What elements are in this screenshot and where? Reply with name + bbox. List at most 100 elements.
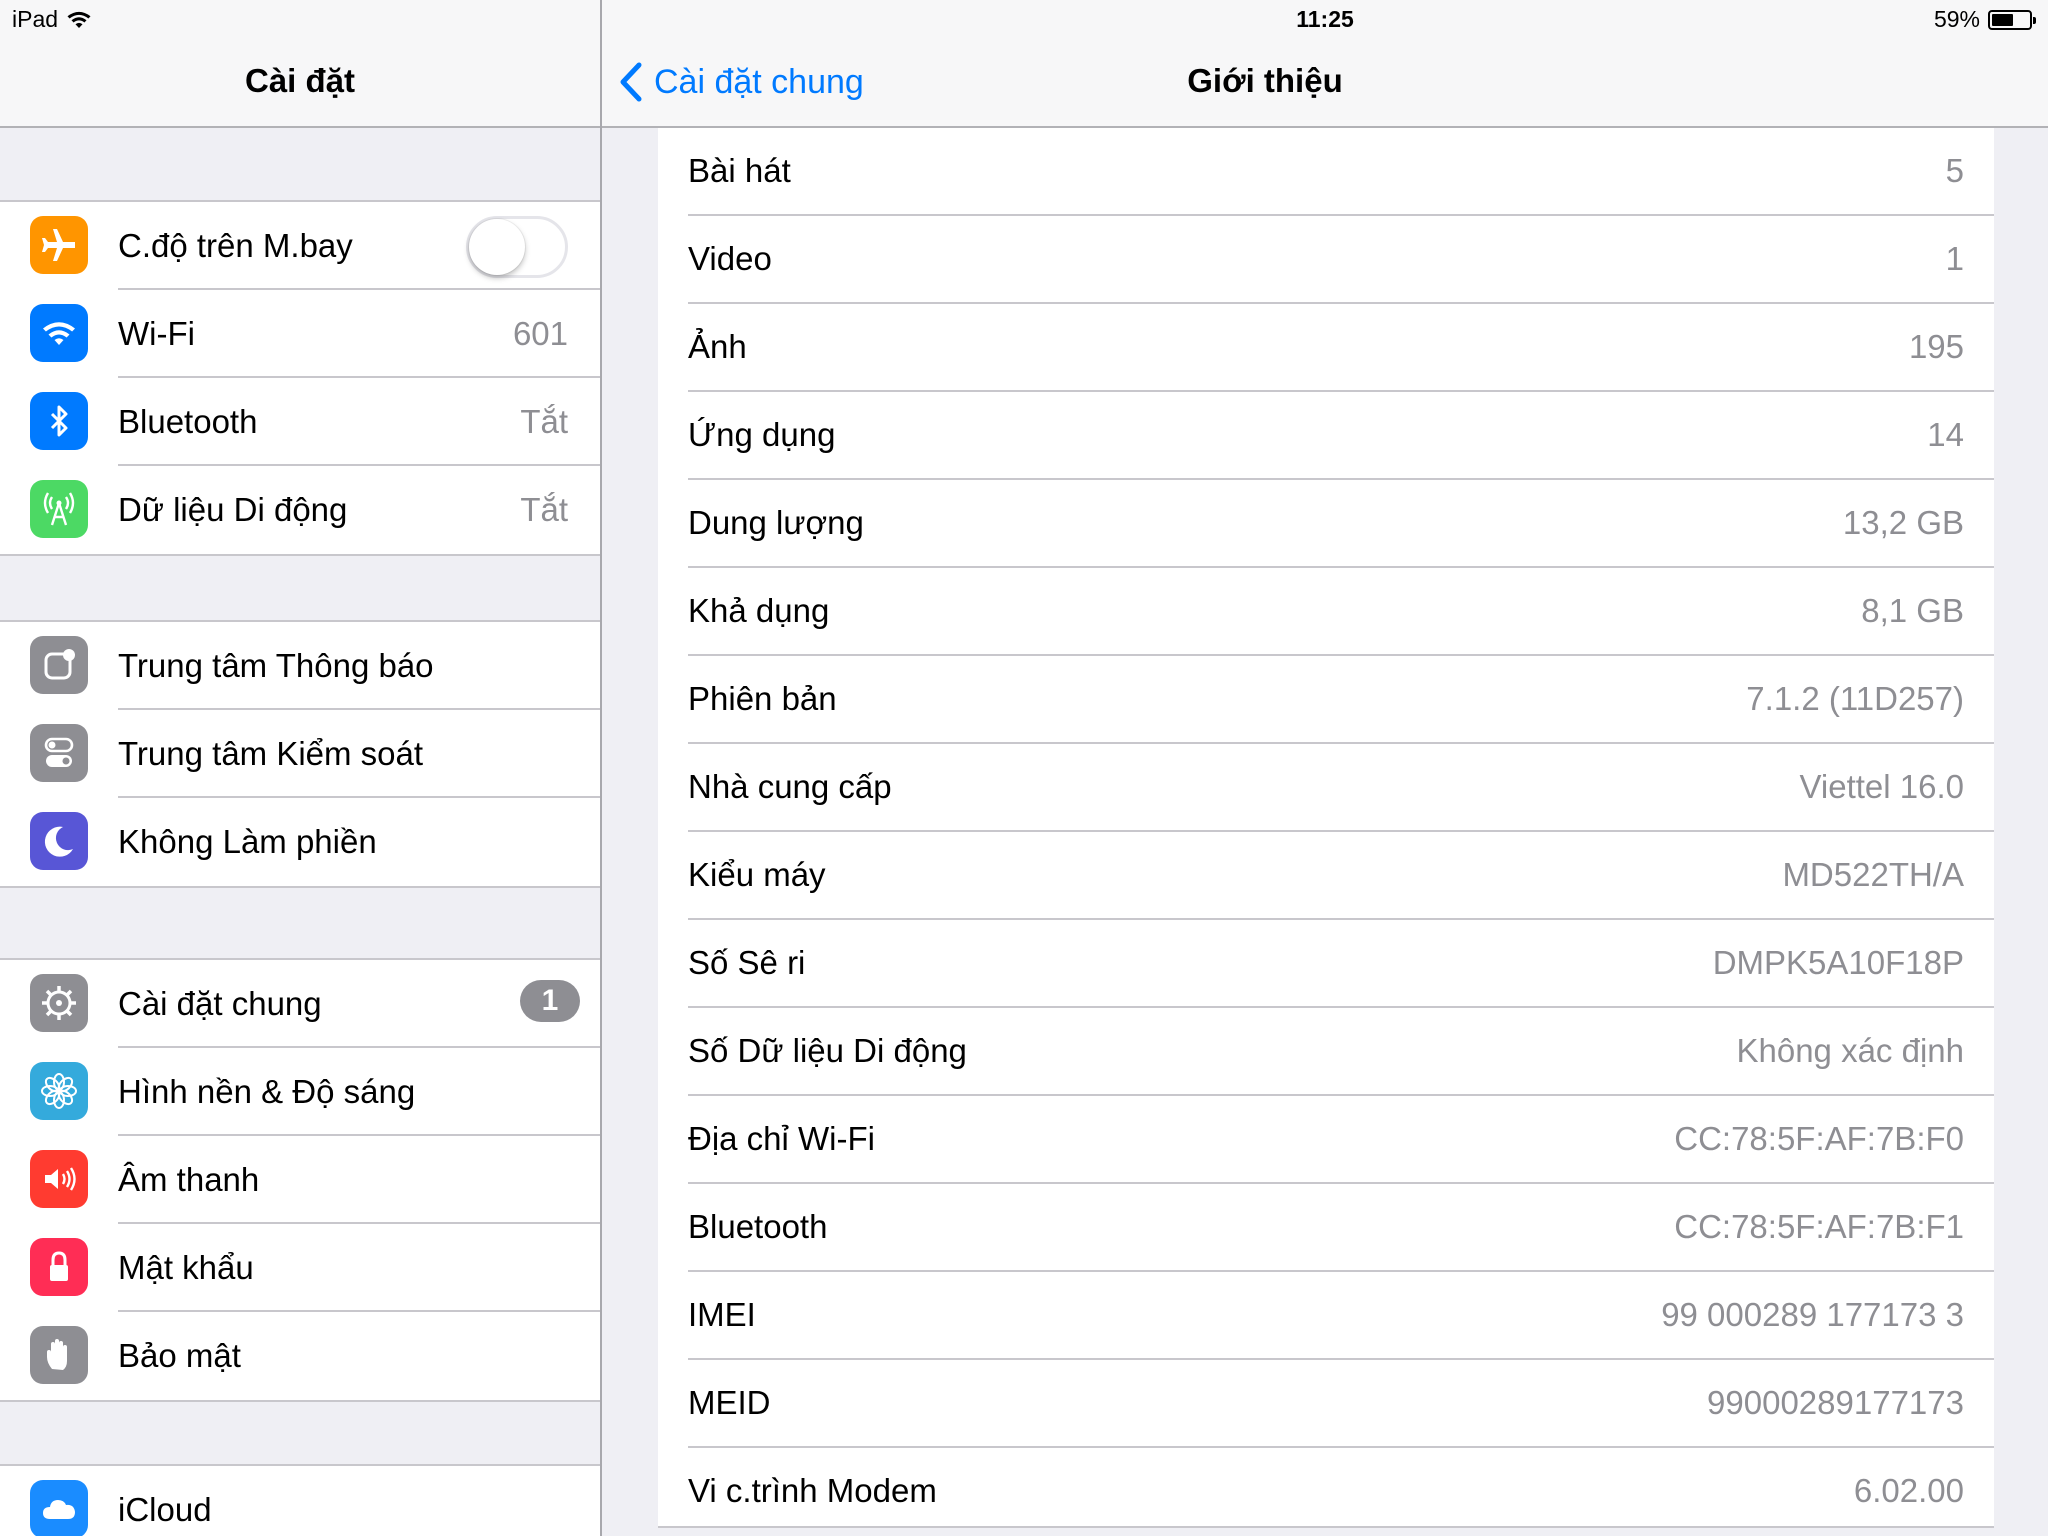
sidebar-item-label: Hình nền & Độ sáng [118, 1073, 416, 1110]
about-row-value: 14 [1927, 416, 1964, 453]
about-row-value: 6.02.00 [1853, 1472, 1964, 1509]
back-label: Cài đặt chung [654, 62, 864, 101]
lock-icon [30, 1238, 88, 1296]
settings-group-2: Trung tâm Thông báo Trung tâm Kiểm soát Kh… [0, 620, 600, 888]
settings-group-4: iCloud [0, 1464, 600, 1536]
status-right: 59% [1933, 6, 2036, 33]
about-row: Vi c.trình Modem 6.02.00 [658, 1448, 1994, 1536]
about-row: Số Sê ri DMPK5A10F18P [658, 920, 1994, 1008]
sidebar-item-label: Không Làm phiền [118, 823, 377, 860]
sidebar-item-moon[interactable]: Không Làm phiền [0, 798, 600, 886]
sidebar-item-label: C.độ trên M.bay [118, 227, 353, 264]
about-row-value: DMPK5A10F18P [1712, 944, 1964, 981]
sidebar-item-notification-center[interactable]: Trung tâm Thông báo [0, 622, 600, 710]
cloud-icon [30, 1480, 88, 1536]
sidebar-item-speaker[interactable]: Âm thanh [0, 1136, 600, 1224]
sidebar-item-hand[interactable]: Bảo mật [0, 1312, 600, 1400]
sidebar-item-bluetooth[interactable]: Bluetooth Tắt [0, 378, 600, 466]
about-row: Video 1 [658, 216, 1994, 304]
sidebar-item-airplane[interactable]: C.độ trên M.bay [0, 202, 600, 290]
about-row-label: Nhà cung cấp [688, 768, 892, 805]
about-row-value: 99 000289 177173 3 [1661, 1296, 1964, 1333]
about-row-value: 1 [1945, 240, 1964, 277]
sidebar-item-gear[interactable]: Cài đặt chung 1 [0, 960, 600, 1048]
about-row-label: Dung lượng [688, 504, 864, 541]
sidebar-item-label: iCloud [118, 1491, 212, 1528]
about-row-value: 5 [1945, 152, 1964, 189]
flower-icon [30, 1062, 88, 1120]
sidebar-item-control-center[interactable]: Trung tâm Kiểm soát [0, 710, 600, 798]
sidebar-item-label: Dữ liệu Di động [118, 491, 348, 528]
sidebar-item-label: Bluetooth [118, 403, 258, 440]
about-row-label: Phiên bản [688, 680, 837, 717]
about-row: Ảnh 195 [658, 304, 1994, 392]
settings-group-3: Cài đặt chung 1 Hình nền & Độ sáng Âm thanh… [0, 958, 600, 1402]
sidebar-item-label: Âm thanh [118, 1161, 260, 1198]
about-row-label: Số Dữ liệu Di động [688, 1032, 967, 1069]
detail-navbar: 11:25 59% Cài đặt chung Giới thiệu [602, 0, 2048, 128]
about-row: Nhà cung cấp Viettel 16.0 [658, 744, 1994, 832]
control-center-icon [30, 724, 88, 782]
wifi-status-icon [67, 11, 91, 28]
about-row-value: 13,2 GB [1842, 504, 1964, 541]
wifi-icon [30, 304, 88, 362]
about-row-label: Video [688, 240, 772, 277]
settings-master-pane: iPad Cài đặt C.độ trên M.bay Wi-Fi 601 Blue… [0, 0, 600, 1536]
toggle-knob [469, 219, 525, 275]
battery-level [1992, 13, 2014, 26]
sidebar-item-wifi[interactable]: Wi-Fi 601 [0, 290, 600, 378]
sidebar-item-label: Trung tâm Thông báo [118, 647, 434, 684]
sidebar-item-label: Bảo mật [118, 1337, 241, 1374]
device-name: iPad [12, 6, 59, 32]
sidebar-item-label: Wi-Fi [118, 315, 195, 352]
airplane-mode-toggle[interactable] [466, 216, 568, 278]
about-row: IMEI 99 000289 177173 3 [658, 1272, 1994, 1360]
gear-icon [30, 974, 88, 1032]
about-row-label: Kiểu máy [688, 856, 826, 893]
status-time: 11:25 [1296, 6, 1354, 32]
cellular-icon [30, 480, 88, 538]
about-row-value: MD522TH/A [1782, 856, 1964, 893]
about-row-label: Số Sê ri [688, 944, 806, 981]
about-list: Bài hát 5 Video 1 Ảnh 195 Ứng dụng 14 Dung lượng… [658, 128, 1994, 1528]
back-button[interactable]: Cài đặt chung [618, 62, 864, 102]
sidebar-item-label: Trung tâm Kiểm soát [118, 735, 424, 772]
about-row-value: Viettel 16.0 [1799, 768, 1964, 805]
sidebar-item-label: Mật khẩu [118, 1249, 254, 1286]
speaker-icon [30, 1150, 88, 1208]
about-row: Khả dụng 8,1 GB [658, 568, 1994, 656]
battery-icon [1988, 9, 2036, 30]
about-detail-pane: 11:25 59% Cài đặt chung Giới thiệu Bài h… [602, 0, 2048, 1536]
about-row-label: Vi c.trình Modem [688, 1472, 937, 1509]
bluetooth-icon [30, 392, 88, 450]
sidebar-item-cloud[interactable]: iCloud [0, 1466, 600, 1536]
hand-icon [30, 1326, 88, 1384]
about-row-label: Ảnh [688, 328, 747, 365]
about-row: Địa chỉ Wi-Fi CC:78:5F:AF:7B:F0 [658, 1096, 1994, 1184]
about-row-label: Bluetooth [688, 1208, 828, 1245]
master-title: Cài đặt [244, 62, 356, 99]
about-row: Số Dữ liệu Di động Không xác định [658, 1008, 1994, 1096]
about-row: Ứng dụng 14 [658, 392, 1994, 480]
chevron-left-icon [620, 62, 642, 102]
about-row: Dung lượng 13,2 GB [658, 480, 1994, 568]
update-badge: 1 [520, 980, 580, 1022]
sidebar-item-lock[interactable]: Mật khẩu [0, 1224, 600, 1312]
sidebar-item-flower[interactable]: Hình nền & Độ sáng [0, 1048, 600, 1136]
detail-title: Giới thiệu [1187, 62, 1343, 99]
sidebar-item-cellular[interactable]: Dữ liệu Di động Tắt [0, 466, 600, 554]
about-row: Phiên bản 7.1.2 (11D257) [658, 656, 1994, 744]
about-row-value: CC:78:5F:AF:7B:F1 [1674, 1208, 1964, 1245]
battery-percent: 59% [1933, 6, 1980, 32]
about-row: Bài hát 5 [658, 128, 1994, 216]
about-row-label: Khả dụng [688, 592, 830, 629]
about-row-value: CC:78:5F:AF:7B:F0 [1674, 1120, 1964, 1157]
about-row-value: 195 [1908, 328, 1964, 365]
about-row-label: IMEI [688, 1296, 756, 1333]
about-row: MEID 99000289177173 [658, 1360, 1994, 1448]
about-row-label: Ứng dụng [688, 416, 836, 453]
status-left: iPad [12, 6, 92, 33]
moon-icon [30, 812, 88, 870]
about-row-value: 8,1 GB [1861, 592, 1964, 629]
sidebar-item-label: Cài đặt chung [118, 985, 322, 1022]
